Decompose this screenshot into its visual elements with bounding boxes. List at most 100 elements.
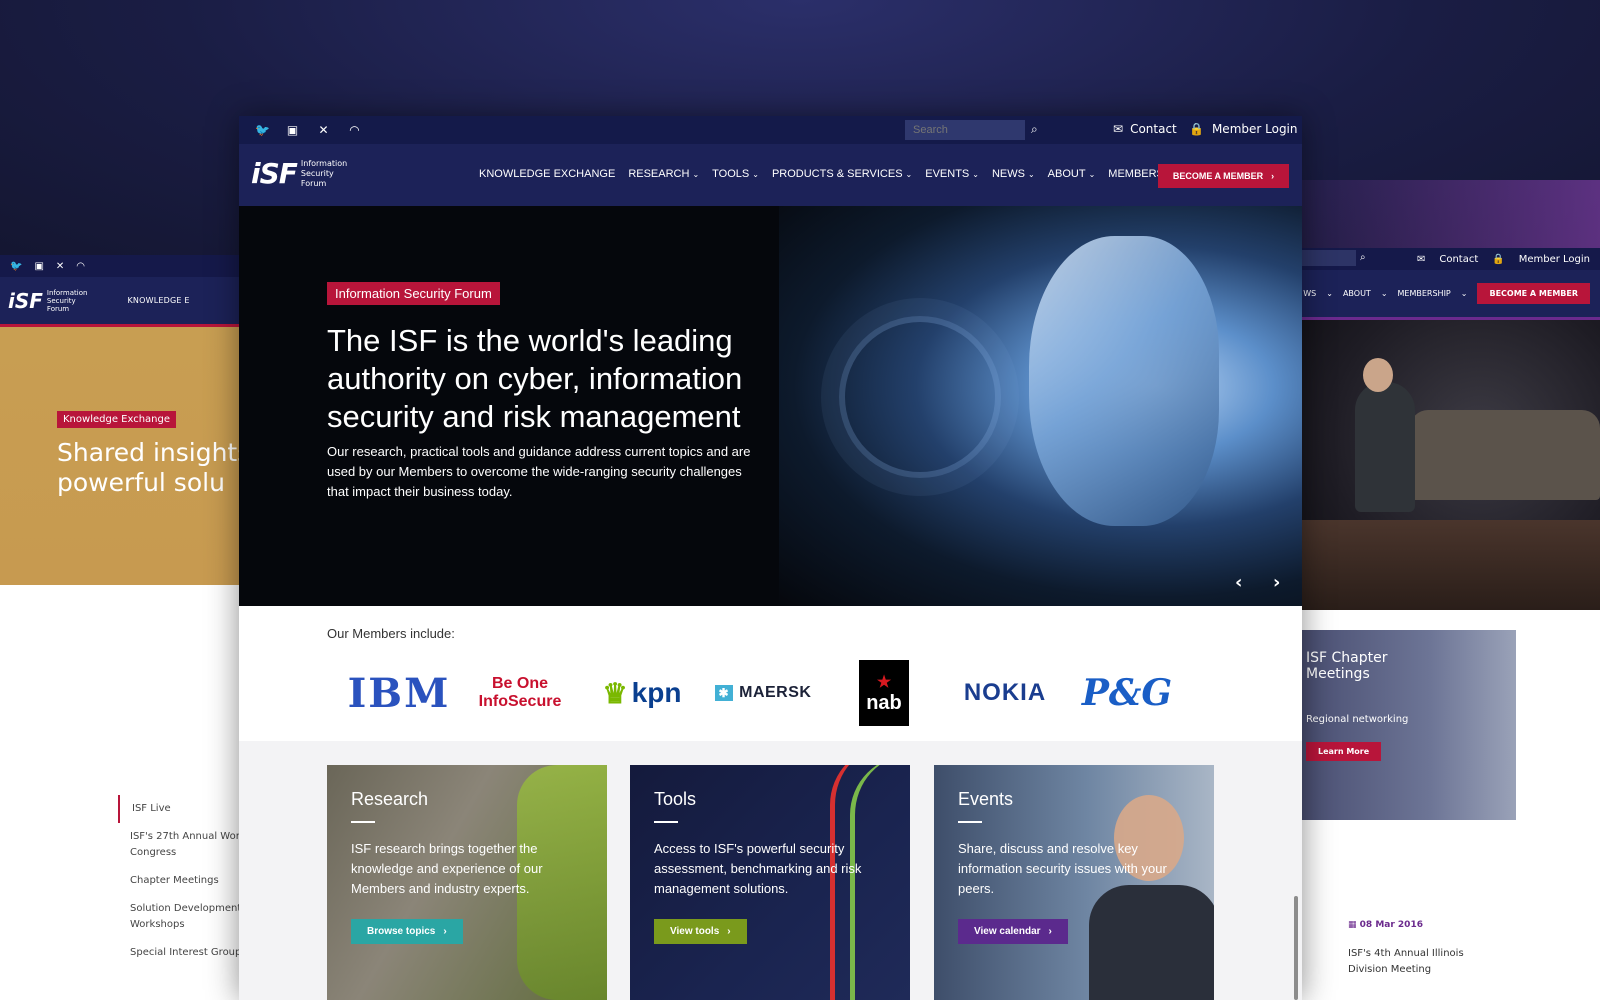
left-topbar: 🐦 ▣ ✕ ◠ <box>0 255 245 277</box>
carousel-prev-icon[interactable]: ‹ <box>1235 572 1242 593</box>
nav-news[interactable]: NEWS ⌄ <box>992 168 1035 180</box>
nav-about[interactable]: ABOUT ⌄ <box>1048 168 1096 180</box>
left-page-preview: 🐦 ▣ ✕ ◠ iSF Information Security Forum KNO… <box>0 255 245 1000</box>
isf-logo[interactable]: iSF Information Security Forum <box>251 157 347 190</box>
chevron-right-icon: › <box>727 926 731 937</box>
card-title: ISF Chapter Meetings <box>1306 650 1388 682</box>
card-text: Access to ISF's powerful security assess… <box>654 841 862 896</box>
view-tools-button[interactable]: View tools › <box>654 919 747 944</box>
tools-card[interactable]: Tools Access to ISF's powerful security … <box>630 765 910 1000</box>
events-card[interactable]: Events Share, discuss and resolve key in… <box>934 765 1214 1000</box>
contact-label: Contact <box>1130 122 1177 136</box>
chevron-down-icon: ⌄ <box>692 169 700 179</box>
page-scrollbar[interactable] <box>1294 896 1298 1000</box>
left-nav-item[interactable]: KNOWLEDGE E <box>127 296 189 305</box>
lock-icon: 🔒 <box>1492 253 1505 265</box>
right-contact-link[interactable]: Contact <box>1439 254 1478 265</box>
chevron-down-icon: ⌄ <box>1088 169 1096 179</box>
search-icon[interactable]: ⌕ <box>1360 252 1366 263</box>
event-date-text: 08 Mar 2016 <box>1359 920 1423 930</box>
person-suit <box>1089 885 1214 1000</box>
browse-topics-button[interactable]: Browse topics › <box>351 919 463 944</box>
kpn-crown-icon: ♛ <box>602 677 628 709</box>
top-utility-bar: 🐦 ▣ ✕ ◠ ⌕ ✉ Contact 🔒 Member Login <box>239 116 1302 144</box>
sidebar-item-chapter-meetings[interactable]: Chapter Meetings <box>118 867 245 895</box>
xing-icon[interactable]: ✕ <box>56 261 64 272</box>
nav-events[interactable]: EVENTS ⌄ <box>925 168 979 180</box>
xing-icon[interactable]: ✕ <box>317 123 330 137</box>
members-section: Our Members include: IBM Be One InfoSecu… <box>239 606 1302 741</box>
chevron-down-icon: ⌄ <box>1027 169 1035 179</box>
sidebar-item-congress[interactable]: ISF's 27th Annual World Congress <box>118 823 245 867</box>
nokia-logo: NOKIA <box>963 679 1047 706</box>
event-link[interactable]: ISF's 4th Annual Illinois Division Meeti… <box>1348 946 1488 978</box>
left-hero-heading: Shared insights l to powerful solu <box>57 438 245 497</box>
kpn-logo: ♛ kpn <box>602 677 682 709</box>
card-text: Share, discuss and resolve key informati… <box>958 841 1167 896</box>
right-page-preview: ⌕ ✉ Contact 🔒 Member Login WS ⌄ ABOUT ⌄ … <box>1300 248 1600 1000</box>
become-member-label: BECOME A MEMBER <box>1172 171 1264 181</box>
left-logo[interactable]: iSF Information Security Forum <box>8 289 87 313</box>
nav-item-about[interactable]: ABOUT <box>1343 289 1371 298</box>
nav-knowledge-exchange[interactable]: KNOWLEDGE EXCHANGE <box>479 168 615 180</box>
chevron-down-icon: ⌄ <box>1460 289 1468 298</box>
search-icon[interactable]: ⌕ <box>1031 122 1038 137</box>
nav-research[interactable]: RESEARCH ⌄ <box>628 168 699 180</box>
speaker-head <box>1363 358 1393 392</box>
event-date: ▦ 08 Mar 2016 <box>1348 920 1423 930</box>
nav-item-membership[interactable]: MEMBERSHIP <box>1398 289 1451 298</box>
rss-icon[interactable]: ◠ <box>76 261 85 272</box>
chevron-right-icon: › <box>1271 171 1275 181</box>
become-member-button[interactable]: BECOME A MEMBER <box>1477 283 1590 304</box>
nab-star-icon: ★ <box>876 673 892 691</box>
become-member-button[interactable]: BECOME A MEMBER › <box>1158 164 1289 188</box>
right-nav: WS ⌄ ABOUT ⌄ MEMBERSHIP ⌄ BECOME A MEMBE… <box>1300 270 1600 320</box>
chevron-down-icon: ⌄ <box>752 169 759 179</box>
chevron-right-icon: › <box>1048 926 1052 937</box>
learn-more-button[interactable]: Learn More <box>1306 742 1382 761</box>
carousel-next-icon[interactable]: › <box>1273 572 1280 593</box>
main-navigation: iSF Information Security Forum KNOWLEDGE E… <box>239 144 1302 206</box>
twitter-icon[interactable]: 🐦 <box>255 123 270 137</box>
card-divider <box>351 821 375 823</box>
primary-menu: KNOWLEDGE EXCHANGE RESEARCH ⌄ TOOLS ⌄ PROD… <box>479 168 1192 180</box>
card-text: ISF research brings together the knowled… <box>351 841 543 896</box>
linkedin-icon[interactable]: ▣ <box>34 261 43 272</box>
speaker-body <box>1355 382 1415 512</box>
pg-logo: P&G <box>1081 672 1173 714</box>
left-sidebar-list: ISF Live ISF's 27th Annual World Congres… <box>118 795 245 967</box>
rss-icon[interactable]: ◠ <box>348 123 361 137</box>
contact-link[interactable]: ✉ Contact <box>1113 122 1177 136</box>
nab-logo: ★ nab <box>859 660 909 726</box>
member-login-link[interactable]: 🔒 Member Login <box>1189 122 1298 136</box>
right-login-link[interactable]: Member Login <box>1519 254 1590 265</box>
left-hero: Knowledge Exchange Shared insights l to … <box>0 327 245 585</box>
feature-cards: Research ISF research brings together th… <box>239 741 1302 1000</box>
sidebar-item-sigs[interactable]: Special Interest Groups <box>118 939 245 967</box>
chapter-meetings-card[interactable]: ISF Chapter Meetings Regional networking… <box>1302 630 1516 820</box>
nav-products-services[interactable]: PRODUCTS & SERVICES ⌄ <box>772 168 912 180</box>
view-calendar-button[interactable]: View calendar › <box>958 919 1068 944</box>
sidebar-item-isf-live[interactable]: ISF Live <box>118 795 245 823</box>
calendar-icon: ▦ <box>1348 920 1357 930</box>
twitter-icon[interactable]: 🐦 <box>10 261 22 272</box>
right-topbar: ⌕ ✉ Contact 🔒 Member Login <box>1300 248 1600 270</box>
sidebar-item-workshops[interactable]: Solution Development Workshops <box>118 895 245 939</box>
research-card[interactable]: Research ISF research brings together th… <box>327 765 607 1000</box>
card-title: Events <box>958 789 1014 809</box>
button-label: View tools <box>670 926 720 937</box>
search-input[interactable] <box>905 120 1025 140</box>
mail-icon: ✉ <box>1416 253 1426 265</box>
linkedin-icon[interactable]: ▣ <box>286 123 299 137</box>
chevron-down-icon: ⌄ <box>972 169 979 179</box>
ibm-logo: IBM <box>347 669 451 717</box>
hero-ai-head-image <box>779 206 1302 606</box>
lock-icon: 🔒 <box>1189 122 1204 136</box>
isf-logo-text: Information Security Forum <box>46 288 88 313</box>
isf-logo-text: Information Security Forum <box>300 158 348 188</box>
nav-item-news[interactable]: WS <box>1303 289 1316 298</box>
right-search-input[interactable] <box>1300 250 1356 266</box>
beone-logo: Be One InfoSecure <box>478 675 562 710</box>
nav-tools[interactable]: TOOLS ⌄ <box>712 168 759 180</box>
sofa-shape <box>1410 410 1600 500</box>
